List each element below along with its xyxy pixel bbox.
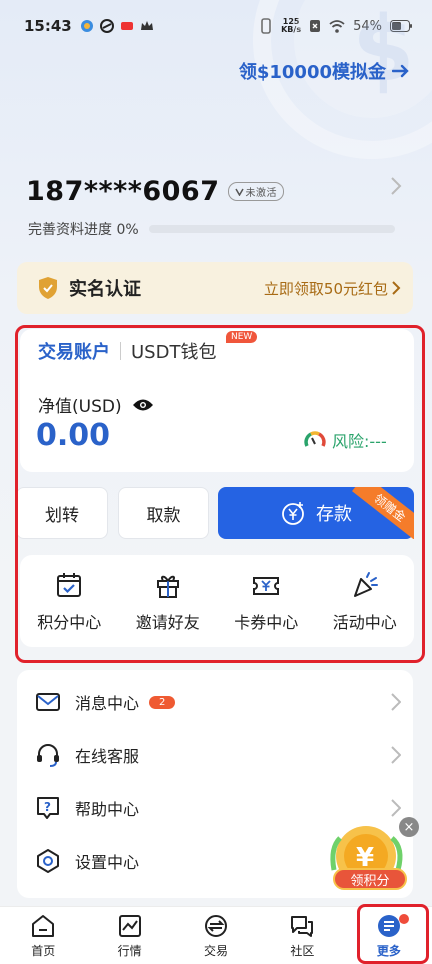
chevron-right-icon	[391, 746, 401, 764]
chat-icon	[291, 916, 314, 937]
shield-check-icon	[39, 277, 57, 299]
claim-points-label[interactable]: 领积分	[333, 868, 407, 890]
close-icon[interactable]: ×	[399, 817, 419, 837]
phone-number: 187****6067	[26, 176, 220, 207]
svg-text:?: ?	[44, 800, 51, 814]
menu-item-label: 消息中心	[75, 694, 140, 713]
v-icon	[234, 188, 244, 196]
claim-red-packet-link[interactable]: 立即领取50元红包	[264, 278, 401, 299]
highlight-frame-more	[357, 904, 429, 964]
promo-link-text: 领$10000模拟金	[238, 62, 386, 83]
highlight-frame-account	[15, 325, 425, 663]
nav-market[interactable]: 行情	[86, 907, 172, 964]
activation-status-text: 未激活	[245, 188, 277, 199]
nav-label: 行情	[117, 944, 142, 958]
dollar-coin-decoration-icon: $	[253, 0, 432, 159]
headset-icon	[37, 744, 59, 767]
verification-label: 实名认证	[69, 279, 141, 300]
app-notification-icon	[99, 19, 114, 33]
chevron-right-icon	[391, 693, 401, 711]
mail-icon	[36, 693, 60, 711]
app-notification-icon	[120, 22, 133, 30]
menu-item-messages[interactable]: 消息中心 2	[35, 682, 401, 722]
trade-icon	[205, 915, 228, 937]
unread-count-badge: 2	[149, 695, 176, 709]
menu-item-online-support[interactable]: 在线客服	[35, 735, 401, 775]
menu-item-label: 设置中心	[75, 853, 140, 872]
nav-label: 交易	[204, 944, 229, 958]
home-icon	[32, 915, 55, 937]
real-name-verification-banner[interactable]: 实名认证 立即领取50元红包	[17, 262, 413, 314]
claim-red-packet-text: 立即领取50元红包	[263, 279, 388, 298]
nav-community[interactable]: 社区	[259, 907, 345, 964]
svg-text:$: $	[352, 0, 415, 102]
menu-item-label: 在线客服	[75, 747, 140, 766]
menu-item-label: 帮助中心	[75, 800, 140, 819]
status-time: 15:43	[24, 17, 72, 35]
profile-progress: 完善资料进度 0%	[28, 219, 395, 239]
progress-label: 完善资料进度 0%	[28, 222, 139, 238]
arrow-right-icon	[392, 64, 409, 78]
activation-status-badge: 未激活	[227, 182, 284, 201]
help-icon: ?	[37, 797, 59, 819]
app-notification-icon	[80, 20, 93, 32]
profile-chevron-right-icon[interactable]	[390, 176, 402, 196]
nav-home[interactable]: 首页	[0, 907, 86, 964]
nav-label: 首页	[31, 944, 56, 958]
mock-funds-promo-link[interactable]: 领$10000模拟金	[239, 58, 410, 84]
settings-icon	[37, 849, 59, 873]
crown-icon	[140, 21, 153, 30]
chevron-right-icon	[392, 281, 401, 295]
profile-phone[interactable]: 187****6067 未激活	[26, 176, 284, 207]
nav-trade[interactable]: 交易	[173, 907, 259, 964]
progress-bar	[148, 225, 395, 233]
nav-label: 社区	[290, 944, 315, 958]
chart-icon	[118, 915, 141, 937]
chevron-right-icon	[391, 799, 401, 817]
